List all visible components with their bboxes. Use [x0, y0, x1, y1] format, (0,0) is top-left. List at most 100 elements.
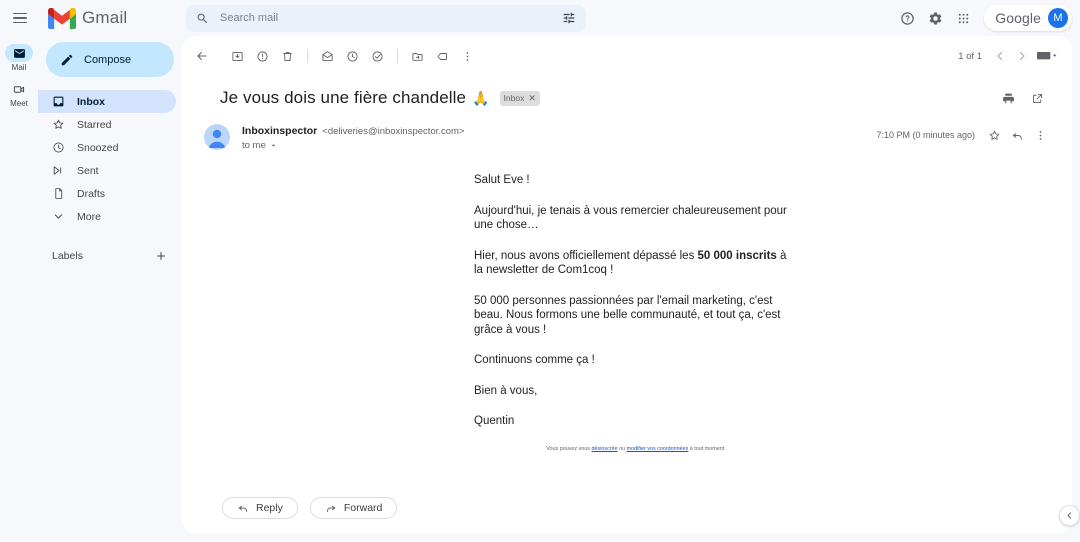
body-paragraph: 50 000 personnes passionnées par l'email… — [474, 294, 781, 336]
google-apps-button[interactable] — [950, 5, 976, 31]
app-rail: Mail Meet — [0, 36, 38, 542]
rail-item-meet[interactable]: Meet — [0, 78, 38, 110]
sidebar-item-more[interactable]: More — [38, 205, 176, 228]
sender-line: Inboxinspector <deliveries@inboxinspecto… — [242, 125, 464, 137]
sender-name: Inboxinspector — [242, 125, 318, 137]
sidebar-item-starred[interactable]: Starred — [38, 113, 176, 136]
reply-icon-button[interactable] — [1007, 125, 1027, 145]
google-wordmark: Google — [995, 10, 1041, 26]
forward-arrow-icon — [326, 505, 336, 512]
open-in-new-window-button[interactable] — [1025, 86, 1049, 110]
search-bar[interactable] — [186, 4, 586, 32]
sidebar-label-drafts: Drafts — [77, 187, 106, 200]
sidebar: Compose Inbox Starred Snoozed Sent Draft… — [38, 36, 182, 542]
main-menu-button[interactable] — [2, 0, 38, 36]
settings-button[interactable] — [922, 5, 948, 31]
chevron-down-icon — [52, 210, 65, 223]
apps-grid-icon — [958, 13, 968, 23]
archive-button[interactable] — [225, 44, 249, 68]
chevron-left-icon — [1067, 512, 1072, 519]
star-icon — [52, 118, 65, 131]
support-button[interactable] — [894, 5, 920, 31]
more-vertical-icon — [1039, 130, 1041, 140]
prev-page-button[interactable] — [990, 46, 1010, 66]
body-paragraph: Continuons comme ça ! — [474, 354, 595, 366]
rail-item-mail[interactable]: Mail — [0, 42, 38, 74]
footer-pre: Vous pouvez vous — [546, 445, 592, 452]
unsubscribe-link[interactable]: désinscrire — [592, 446, 618, 452]
timestamp: 7:10 PM (0 minutes ago) — [876, 130, 975, 140]
task-check-icon — [371, 50, 383, 62]
sidebar-item-inbox[interactable]: Inbox — [38, 90, 176, 113]
rail-label-meet: Meet — [10, 99, 28, 108]
report-spam-button[interactable] — [250, 44, 274, 68]
search-icon — [197, 13, 208, 23]
plus-icon — [157, 252, 165, 260]
pagination-text: 1 of 1 — [958, 50, 982, 62]
top-bar: Gmail Google — [0, 0, 1080, 36]
sidebar-item-drafts[interactable]: Drafts — [38, 182, 176, 205]
edit-preferences-link[interactable]: modifier vos coordonnées — [627, 446, 689, 452]
archive-icon — [231, 51, 243, 61]
pencil-icon — [61, 54, 73, 65]
paragraph-pre: Hier, nous avons officiellement dépassé … — [474, 249, 698, 262]
chevron-down-icon — [271, 144, 276, 147]
reply-arrow-icon — [238, 505, 247, 512]
subscriber-count: 50 000 inscrits — [697, 249, 777, 262]
forward-button-label: Forward — [343, 501, 383, 514]
more-options-button[interactable] — [455, 44, 479, 68]
toolbar-divider-1 — [307, 49, 308, 63]
message-more-button[interactable] — [1030, 125, 1050, 145]
gear-icon — [929, 11, 942, 24]
print-button[interactable] — [996, 86, 1020, 110]
sidebar-label-more: More — [77, 210, 101, 223]
external-link-icon — [1032, 93, 1042, 103]
chip-remove-icon[interactable]: ✕ — [528, 93, 536, 104]
move-to-button[interactable] — [405, 44, 429, 68]
body-paragraph: Aujourd'hui, je tenais à vous remercier … — [474, 204, 787, 232]
reply-actions: Reply Forward — [182, 496, 1072, 519]
snooze-button[interactable] — [340, 44, 364, 68]
person-avatar-icon — [204, 124, 230, 150]
star-icon — [989, 130, 999, 140]
next-page-button[interactable] — [1012, 46, 1032, 66]
forward-button[interactable]: Forward — [309, 496, 398, 519]
sidebar-item-snoozed[interactable]: Snoozed — [38, 136, 176, 159]
body-paragraph: Quentin — [474, 415, 515, 427]
keyboard-icon — [1037, 52, 1057, 60]
mark-unread-button[interactable] — [315, 44, 339, 68]
recipient-text: to me — [242, 140, 266, 151]
add-to-tasks-button[interactable] — [365, 44, 389, 68]
collapse-panel-button[interactable] — [1059, 505, 1080, 526]
sidebar-item-sent[interactable]: Sent — [38, 159, 176, 182]
search-input[interactable] — [218, 11, 538, 25]
compose-button[interactable]: Compose — [46, 42, 174, 77]
rail-label-mail: Mail — [11, 63, 27, 72]
back-button[interactable] — [190, 44, 214, 68]
input-tools-button[interactable] — [1034, 46, 1060, 66]
unsubscribe-footer: Vous pouvez vous désinscrire ou modifier… — [536, 445, 736, 453]
star-message-button[interactable] — [984, 125, 1004, 145]
labels-title: Labels — [52, 250, 83, 262]
gmail-m-icon — [48, 7, 76, 29]
labels-button[interactable] — [430, 44, 454, 68]
hamburger-icon — [13, 12, 27, 24]
account-chip[interactable]: Google M — [984, 5, 1072, 31]
reply-button-label: Reply — [256, 501, 283, 514]
trash-icon — [282, 51, 292, 61]
create-label-button[interactable] — [152, 247, 170, 265]
account-avatar[interactable]: M — [1048, 8, 1068, 28]
inbox-label-chip: Inbox ✕ — [499, 90, 540, 106]
gmail-logo[interactable]: Gmail — [48, 7, 178, 29]
reply-arrow-icon — [1012, 132, 1022, 140]
recipient-details-toggle[interactable]: to me — [242, 140, 464, 151]
avatar[interactable] — [204, 124, 230, 150]
toolbar-divider-2 — [397, 49, 398, 63]
subject-row: Je vous dois une fière chandelle 🙏 Inbox… — [182, 70, 1072, 108]
delete-button[interactable] — [275, 44, 299, 68]
reply-button[interactable]: Reply — [222, 496, 298, 519]
clock-icon — [346, 50, 358, 62]
sender-row: Inboxinspector <deliveries@inboxinspecto… — [182, 108, 1072, 151]
more-vertical-icon — [466, 51, 468, 61]
search-options-icon[interactable] — [562, 11, 576, 25]
